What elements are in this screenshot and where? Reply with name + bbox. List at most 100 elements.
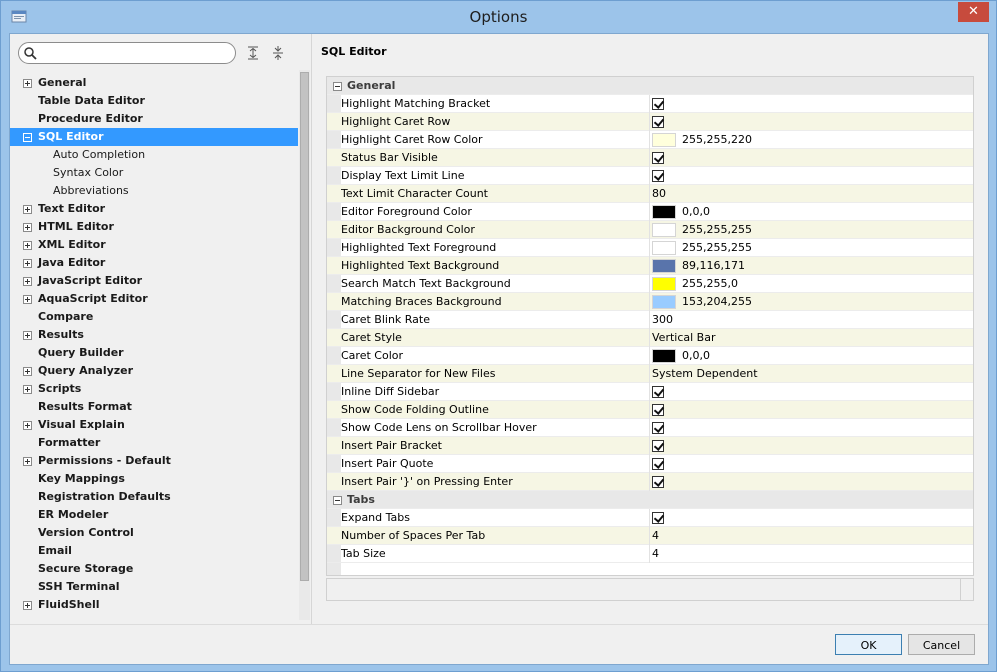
- property-section[interactable]: Tabs: [327, 491, 973, 509]
- expand-icon[interactable]: [23, 205, 32, 214]
- collapse-icon[interactable]: [333, 496, 342, 505]
- color-swatch[interactable]: [652, 133, 676, 147]
- expand-all-icon[interactable]: [245, 45, 261, 61]
- property-row[interactable]: Insert Pair Bracket: [327, 437, 973, 455]
- property-row[interactable]: Inline Diff Sidebar: [327, 383, 973, 401]
- tree-item-compare[interactable]: Compare: [10, 308, 298, 326]
- collapse-all-icon[interactable]: [270, 45, 286, 61]
- property-grid[interactable]: General Highlight Matching Bracket Highlig…: [326, 76, 974, 576]
- tree-item-key-mappings[interactable]: Key Mappings: [10, 470, 298, 488]
- tree-scrollbar[interactable]: [299, 70, 310, 620]
- tree-item-ssh-terminal[interactable]: SSH Terminal: [10, 578, 298, 596]
- tree-item-procedure-editor[interactable]: Procedure Editor: [10, 110, 298, 128]
- tree-item-secure-storage[interactable]: Secure Storage: [10, 560, 298, 578]
- search-box[interactable]: [18, 42, 236, 64]
- property-row[interactable]: Editor Background Color 255,255,255: [327, 221, 973, 239]
- property-row[interactable]: Highlight Matching Bracket: [327, 95, 973, 113]
- property-section[interactable]: General: [327, 77, 973, 95]
- expand-icon[interactable]: [23, 331, 32, 340]
- tree-item-results-format[interactable]: Results Format: [10, 398, 298, 416]
- property-row[interactable]: Insert Pair '}' on Pressing Enter: [327, 473, 973, 491]
- checkbox-checked-icon[interactable]: [652, 458, 664, 470]
- tree-item-scripts[interactable]: Scripts: [10, 380, 298, 398]
- property-row[interactable]: Line Separator for New Files System Depen…: [327, 365, 973, 383]
- checkbox-checked-icon[interactable]: [652, 116, 664, 128]
- tree-item-er-modeler[interactable]: ER Modeler: [10, 506, 298, 524]
- tree-item-results[interactable]: Results: [10, 326, 298, 344]
- expand-icon[interactable]: [23, 241, 32, 250]
- tree-item-syntax-color[interactable]: Syntax Color: [10, 164, 298, 182]
- property-row[interactable]: Highlight Caret Row: [327, 113, 973, 131]
- tree-item-java-editor[interactable]: Java Editor: [10, 254, 298, 272]
- property-row[interactable]: Expand Tabs: [327, 509, 973, 527]
- tree-item-general[interactable]: General: [10, 74, 298, 92]
- property-value[interactable]: 300: [652, 311, 673, 329]
- tree-item-visual-explain[interactable]: Visual Explain: [10, 416, 298, 434]
- checkbox-checked-icon[interactable]: [652, 476, 664, 488]
- color-swatch[interactable]: [652, 349, 676, 363]
- checkbox-checked-icon[interactable]: [652, 98, 664, 110]
- tree-item-html-editor[interactable]: HTML Editor: [10, 218, 298, 236]
- checkbox-checked-icon[interactable]: [652, 440, 664, 452]
- title-bar[interactable]: Options ✕: [1, 1, 996, 33]
- property-row[interactable]: Caret Color 0,0,0: [327, 347, 973, 365]
- tree-item-table-data-editor[interactable]: Table Data Editor: [10, 92, 298, 110]
- tree-item-permissions-default[interactable]: Permissions - Default: [10, 452, 298, 470]
- expand-icon[interactable]: [23, 385, 32, 394]
- property-row[interactable]: Tab Size 4: [327, 545, 973, 563]
- tree-item-javascript-editor[interactable]: JavaScript Editor: [10, 272, 298, 290]
- checkbox-checked-icon[interactable]: [652, 152, 664, 164]
- property-row[interactable]: Display Text Limit Line: [327, 167, 973, 185]
- color-swatch[interactable]: [652, 241, 676, 255]
- tree-item-xml-editor[interactable]: XML Editor: [10, 236, 298, 254]
- options-tree[interactable]: General Table Data Editor Procedure Editor…: [10, 70, 310, 620]
- checkbox-checked-icon[interactable]: [652, 386, 664, 398]
- tree-item-query-analyzer[interactable]: Query Analyzer: [10, 362, 298, 380]
- color-swatch[interactable]: [652, 277, 676, 291]
- checkbox-checked-icon[interactable]: [652, 170, 664, 182]
- property-row[interactable]: Editor Foreground Color 0,0,0: [327, 203, 973, 221]
- property-row[interactable]: Show Code Folding Outline: [327, 401, 973, 419]
- checkbox-checked-icon[interactable]: [652, 422, 664, 434]
- property-row[interactable]: Caret Style Vertical Bar: [327, 329, 973, 347]
- property-row[interactable]: Matching Braces Background 153,204,255: [327, 293, 973, 311]
- collapse-icon[interactable]: [333, 82, 342, 91]
- pane-splitter[interactable]: [311, 34, 312, 624]
- property-row[interactable]: Search Match Text Background 255,255,0: [327, 275, 973, 293]
- property-value[interactable]: System Dependent: [652, 365, 758, 383]
- expand-icon[interactable]: [23, 79, 32, 88]
- color-swatch[interactable]: [652, 295, 676, 309]
- tree-item-email[interactable]: Email: [10, 542, 298, 560]
- tree-item-sql-editor[interactable]: SQL Editor: [10, 128, 298, 146]
- tree-item-registration-defaults[interactable]: Registration Defaults: [10, 488, 298, 506]
- property-row[interactable]: Number of Spaces Per Tab 4: [327, 527, 973, 545]
- cancel-button[interactable]: Cancel: [908, 634, 975, 655]
- close-button[interactable]: ✕: [958, 2, 989, 22]
- property-value[interactable]: 4: [652, 527, 659, 545]
- expand-icon[interactable]: [23, 295, 32, 304]
- property-row[interactable]: Highlighted Text Background 89,116,171: [327, 257, 973, 275]
- color-swatch[interactable]: [652, 259, 676, 273]
- tree-item-query-builder[interactable]: Query Builder: [10, 344, 298, 362]
- tree-item-auto-completion[interactable]: Auto Completion: [10, 146, 298, 164]
- property-value[interactable]: 80: [652, 185, 666, 203]
- expand-icon[interactable]: [23, 277, 32, 286]
- tree-item-formatter[interactable]: Formatter: [10, 434, 298, 452]
- checkbox-checked-icon[interactable]: [652, 404, 664, 416]
- property-row[interactable]: Status Bar Visible: [327, 149, 973, 167]
- property-row[interactable]: Show Code Lens on Scrollbar Hover: [327, 419, 973, 437]
- tree-item-text-editor[interactable]: Text Editor: [10, 200, 298, 218]
- expand-icon[interactable]: [23, 421, 32, 430]
- expand-icon[interactable]: [23, 223, 32, 232]
- expand-icon[interactable]: [23, 367, 32, 376]
- property-row[interactable]: Text Limit Character Count 80: [327, 185, 973, 203]
- tree-item-aquascript-editor[interactable]: AquaScript Editor: [10, 290, 298, 308]
- tree-item-version-control[interactable]: Version Control: [10, 524, 298, 542]
- color-swatch[interactable]: [652, 223, 676, 237]
- checkbox-checked-icon[interactable]: [652, 512, 664, 524]
- property-row[interactable]: Insert Pair Quote: [327, 455, 973, 473]
- expand-icon[interactable]: [23, 457, 32, 466]
- search-input[interactable]: [41, 45, 229, 61]
- property-row[interactable]: Caret Blink Rate 300: [327, 311, 973, 329]
- color-swatch[interactable]: [652, 205, 676, 219]
